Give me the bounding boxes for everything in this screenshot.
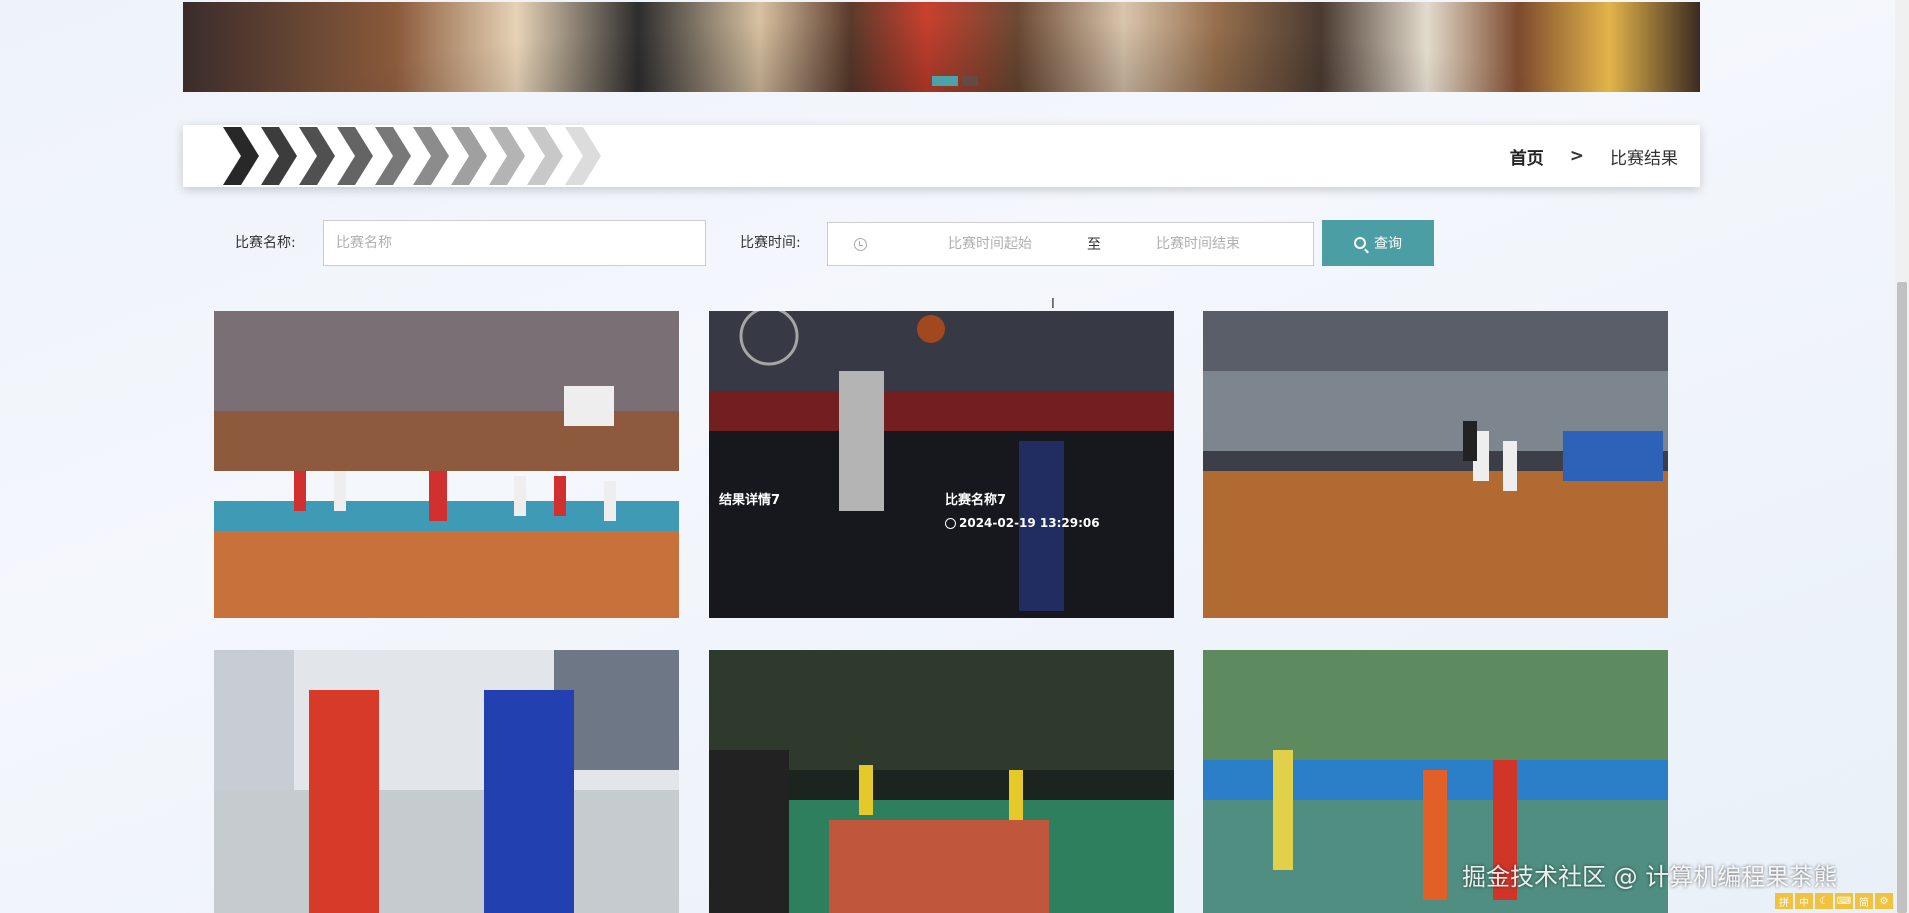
result-card[interactable] [214, 650, 679, 913]
ime-keyboard-icon[interactable]: ⌨ [1835, 893, 1853, 909]
card-time: 2024-02-19 13:29:06 [945, 516, 1100, 530]
search-icon [1354, 237, 1366, 249]
breadcrumb-home-link[interactable]: 首页 [1510, 144, 1544, 169]
breadcrumb: 首页 > 比赛结果 [1510, 125, 1678, 187]
ime-tray: 拼 中 ☾ ⌨ 简 ⚙ [1775, 893, 1893, 909]
search-form: 比赛名称: 比赛时间: 至 查询 [183, 220, 1700, 266]
chevron-decoration-icon [223, 127, 601, 185]
breadcrumb-current: 比赛结果 [1610, 148, 1678, 169]
search-button-label: 查询 [1374, 235, 1402, 251]
basketball-red-vs-blue-15 [214, 650, 679, 913]
banner-indicator-active[interactable] [932, 76, 958, 86]
hero-banner [183, 2, 1700, 92]
breadcrumb-bar: 首页 > 比赛结果 [183, 125, 1700, 187]
date-range-picker[interactable]: 至 [827, 222, 1314, 266]
scrollbar-thumb[interactable] [1897, 282, 1907, 913]
ime-simplified-icon[interactable]: 简 [1855, 893, 1873, 909]
result-card[interactable] [1203, 311, 1668, 618]
basketball-game-indoor-red-team [214, 311, 679, 618]
result-card[interactable] [214, 311, 679, 618]
card-overlay [709, 311, 1174, 618]
basketball-outdoor-night [709, 650, 1174, 913]
date-separator: 至 [1087, 237, 1101, 253]
ime-chinese-icon[interactable]: 中 [1795, 893, 1813, 909]
time-label: 比赛时间: [740, 235, 801, 251]
text-cursor-icon: I [1051, 297, 1055, 312]
card-title: 比赛名称7 [945, 493, 1007, 508]
result-card-highlighted[interactable]: 结果详情7 比赛名称7 2024-02-19 13:29:06 [709, 311, 1174, 618]
scrollbar[interactable] [1895, 0, 1909, 913]
card-time-value: 2024-02-19 13:29:06 [959, 516, 1100, 530]
name-label: 比赛名称: [235, 235, 296, 251]
ime-pinyin-icon[interactable]: 拼 [1775, 893, 1793, 909]
result-card[interactable] [709, 650, 1174, 913]
time-start-input[interactable] [905, 236, 1075, 252]
ime-moon-icon[interactable]: ☾ [1815, 893, 1833, 909]
name-input[interactable] [323, 220, 706, 266]
card-detail-text: 结果详情7 [719, 493, 781, 508]
clock-icon [945, 517, 956, 529]
watermark: 掘金技术社区 @ 计算机编程果茶熊 [1462, 863, 1838, 891]
basketball-arena-wood-floor [1203, 311, 1668, 618]
breadcrumb-separator: > [1569, 146, 1584, 166]
search-button[interactable]: 查询 [1322, 220, 1434, 266]
ime-settings-icon[interactable]: ⚙ [1875, 893, 1893, 909]
banner-indicator[interactable] [962, 76, 978, 86]
clock-icon [854, 237, 867, 251]
time-end-input[interactable] [1113, 236, 1283, 252]
